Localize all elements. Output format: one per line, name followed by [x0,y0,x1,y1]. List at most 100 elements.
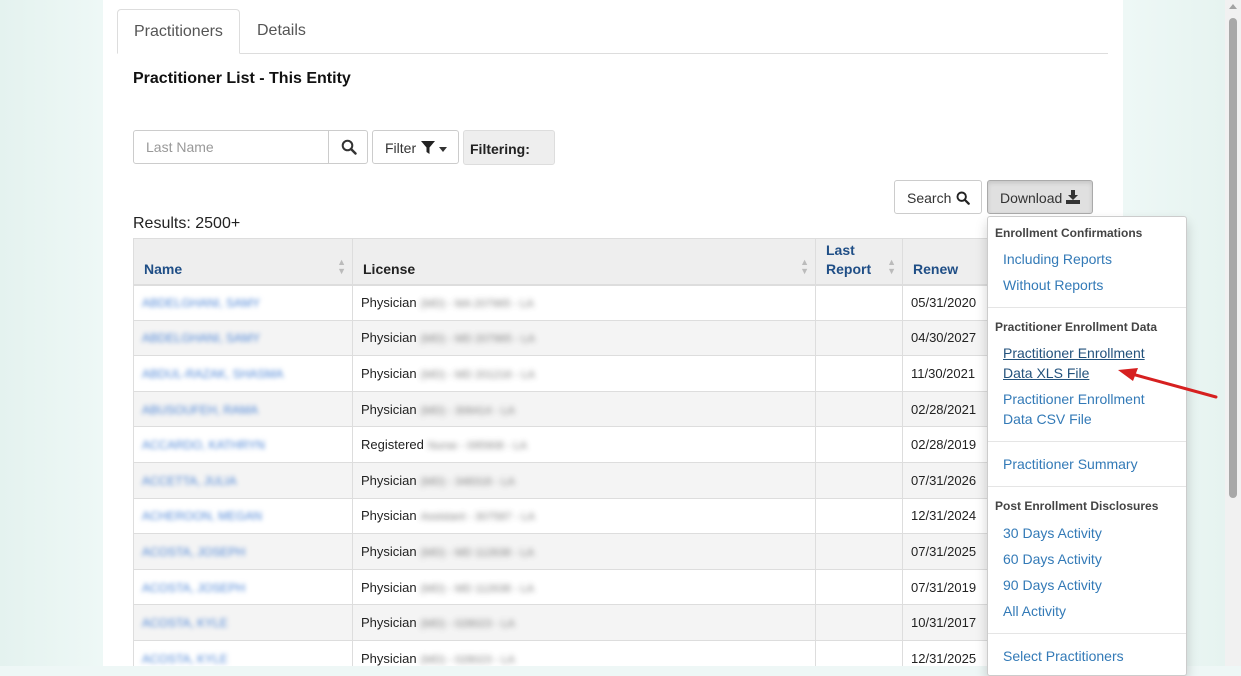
menu-item-30-days-activity[interactable]: 30 Days Activity [1003,523,1102,543]
table-row[interactable]: ACCARDO, KATHRYN Registered Nurse - 095908… [133,426,993,463]
license-detail: (MD) - 028023 - LA [420,653,515,666]
menu-header-post-enrollment-disclosures: Post Enrollment Disclosures [995,499,1159,513]
practitioner-name-cell[interactable]: ACOSTA, KYLE [133,639,353,666]
practitioner-name-cell[interactable]: ABDELGHANI, SAMY [133,284,353,321]
background-left [0,0,103,666]
caret-down-icon [439,147,447,152]
license-cell: Physician (MD) - 306414 - LA [352,390,816,428]
scroll-up-arrow-icon[interactable] [1229,4,1237,9]
tab-details[interactable]: Details [241,9,322,54]
license-cell: Physician (MD) - 028023 - LA [352,604,816,641]
license-type: Registered [361,437,424,453]
last-name-search-input[interactable] [133,130,329,164]
menu-item-90-days-activity[interactable]: 90 Days Activity [1003,575,1102,595]
menu-divider [988,486,1186,487]
practitioner-name-link[interactable]: ACCARDO, KATHRYN [142,438,265,452]
menu-item-enrollment-xls-line1: Practitioner Enrollment [1003,345,1145,361]
tab-practitioners[interactable]: Practitioners [117,9,240,54]
renew-date-cell: 10/31/2017 [902,604,993,641]
table-row[interactable]: ACOSTA, JOSEPH Physician (MD) - MD 112638 … [133,533,993,570]
license-type: Physician [361,295,417,311]
last-report-cell [815,355,903,392]
license-type: Physician [361,579,417,595]
license-type: Physician [361,365,417,381]
column-header-renew[interactable]: Renew [902,238,993,286]
sort-icon: ▲ ▼ [800,256,809,276]
column-header-name-label: Name [144,260,183,277]
column-header-license-label: License [363,260,416,277]
last-report-cell [815,461,903,499]
license-detail: Nurse - 095908 - LA [427,440,527,453]
last-report-cell [815,390,903,428]
license-detail: (MD) - MD 207965 - LA [420,333,535,346]
practitioner-name-link[interactable]: ABDELGHANI, SAMY [142,296,260,310]
license-type: Physician [361,401,417,417]
license-detail: (MD) - 306414 - LA [420,404,515,417]
search-button[interactable]: Search [894,180,982,214]
menu-item-60-days-activity[interactable]: 60 Days Activity [1003,549,1102,569]
column-header-name[interactable]: Name ▲ ▼ [133,238,353,286]
menu-item-including-reports[interactable]: Including Reports [1003,249,1112,269]
license-type: Physician [361,330,417,346]
menu-item-enrollment-csv-line2: Data CSV File [1003,411,1092,427]
table-row[interactable]: ABDELGHANI, SAMY Physician (MD) - MD 20796… [133,319,993,357]
practitioner-name-cell[interactable]: ABUSOUFEH, RAMA [133,390,353,428]
search-icon-button[interactable] [328,130,368,164]
last-report-cell [815,604,903,641]
menu-divider [988,633,1186,634]
menu-item-without-reports[interactable]: Without Reports [1003,275,1103,295]
practitioner-name-link[interactable]: ABDUL-RAZAK, SHASMA [142,367,283,381]
table-row[interactable]: ACOSTA, KYLE Physician (MD) - 028023 - LA 1… [133,604,993,641]
practitioner-name-link[interactable]: ACCETTA, JULIA [142,474,236,488]
table-row[interactable]: ABDELGHANI, SAMY Physician (MD) - MA 20796… [133,284,993,321]
practitioner-name-link[interactable]: ACOSTA, JOSEPH [142,581,245,595]
license-cell: Registered Nurse - 095908 - LA [352,426,816,463]
practitioner-name-link[interactable]: ACOSTA, KYLE [142,616,228,630]
scrollbar-thumb[interactable] [1229,18,1237,498]
practitioner-name-cell[interactable]: ACCETTA, JULIA [133,461,353,499]
table-row[interactable]: ABDUL-RAZAK, SHASMA Physician (MD) - MD 20… [133,355,993,392]
renew-date-cell: 04/30/2027 [902,319,993,357]
column-header-license[interactable]: License ▲ ▼ [352,238,816,286]
menu-item-select-practitioners[interactable]: Select Practitioners [1003,646,1124,666]
license-detail: (MD) - MD 201216 - LA [420,368,535,381]
license-detail: (MD) - MD 112638 - LA [420,546,535,559]
vertical-scrollbar[interactable] [1225,0,1241,666]
practitioner-name-cell[interactable]: ACOSTA, JOSEPH [133,568,353,606]
table-row[interactable]: ACOSTA, JOSEPH Physician (MD) - MD 112638 … [133,568,993,606]
practitioner-name-cell[interactable]: ACOSTA, KYLE [133,604,353,641]
license-cell: Physician Assistant - 307587 - LA [352,497,816,535]
table-row[interactable]: ACHEROON, MEGAN Physician Assistant - 3075… [133,497,993,535]
table-row[interactable]: ACOSTA, KYLE Physician (MD) - 028023 - LA 1… [133,639,993,666]
menu-item-practitioner-summary[interactable]: Practitioner Summary [1003,454,1138,474]
renew-date-cell: 12/31/2024 [902,497,993,535]
last-report-cell [815,284,903,321]
search-icon [956,191,970,205]
practitioner-name-cell[interactable]: ACOSTA, JOSEPH [133,533,353,570]
renew-date-cell: 05/31/2020 [902,284,993,321]
results-count: Results: 2500+ [133,215,241,232]
practitioner-name-link[interactable]: ACOSTA, JOSEPH [142,545,245,559]
practitioner-name-link[interactable]: ACOSTA, KYLE [142,652,228,666]
license-cell: Physician (MD) - MD 112638 - LA [352,568,816,606]
renew-date-cell: 07/31/2026 [902,461,993,499]
menu-divider [988,441,1186,442]
practitioner-name-cell[interactable]: ACHEROON, MEGAN [133,497,353,535]
download-button[interactable]: Download [987,180,1093,214]
practitioner-name-cell[interactable]: ABDELGHANI, SAMY [133,319,353,357]
practitioner-name-cell[interactable]: ABDUL-RAZAK, SHASMA [133,355,353,392]
menu-item-all-activity[interactable]: All Activity [1003,601,1066,621]
filter-button[interactable]: Filter [372,130,459,164]
practitioner-name-link[interactable]: ABUSOUFEH, RAMA [142,403,258,417]
practitioner-name-cell[interactable]: ACCARDO, KATHRYN [133,426,353,463]
renew-date-cell: 11/30/2021 [902,355,993,392]
license-detail: (MD) - MD 112638 - LA [420,582,535,595]
page-title: Practitioner List - This Entity [133,70,351,87]
table-row[interactable]: ABUSOUFEH, RAMA Physician (MD) - 306414 - … [133,390,993,428]
practitioner-name-link[interactable]: ACHEROON, MEGAN [142,509,262,523]
table-row[interactable]: ACCETTA, JULIA Physician (MD) - 348318 - L… [133,461,993,499]
download-dropdown-menu: Enrollment Confirmations Including Repor… [987,216,1187,676]
column-header-last-report[interactable]: Last Report ▲ ▼ [815,238,903,286]
practitioner-name-link[interactable]: ABDELGHANI, SAMY [142,331,260,345]
license-cell: Physician (MD) - MD 207965 - LA [352,319,816,357]
